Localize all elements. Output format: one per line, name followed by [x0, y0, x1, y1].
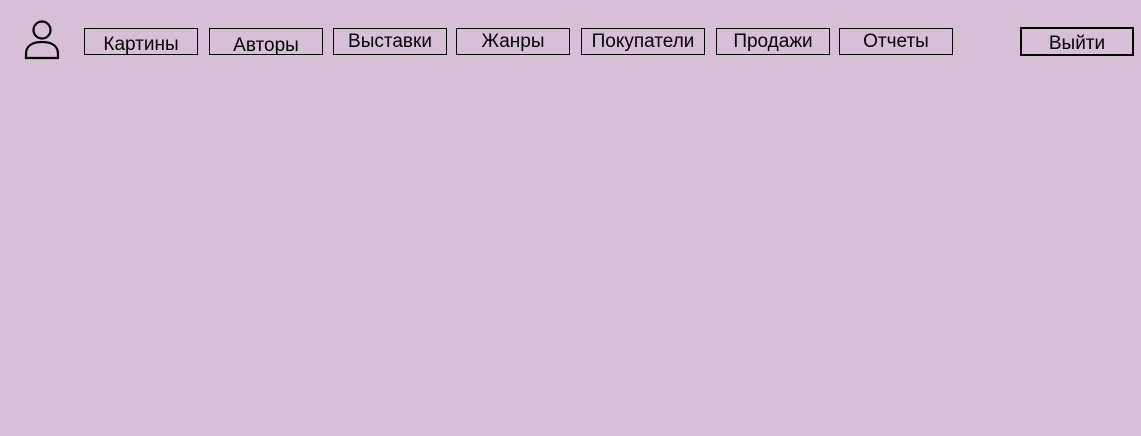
- nav-button-sales[interactable]: Продажи: [716, 28, 830, 55]
- logout-button[interactable]: Выйти: [1020, 27, 1134, 56]
- user-icon[interactable]: [24, 19, 62, 61]
- nav-button-genres[interactable]: Жанры: [456, 28, 570, 55]
- nav-button-paintings[interactable]: Картины: [84, 28, 198, 55]
- nav-button-buyers[interactable]: Покупатели: [581, 28, 705, 55]
- nav-button-exhibitions[interactable]: Выставки: [333, 28, 447, 55]
- nav-button-reports[interactable]: Отчеты: [839, 28, 953, 55]
- nav-button-authors[interactable]: Авторы: [209, 28, 323, 56]
